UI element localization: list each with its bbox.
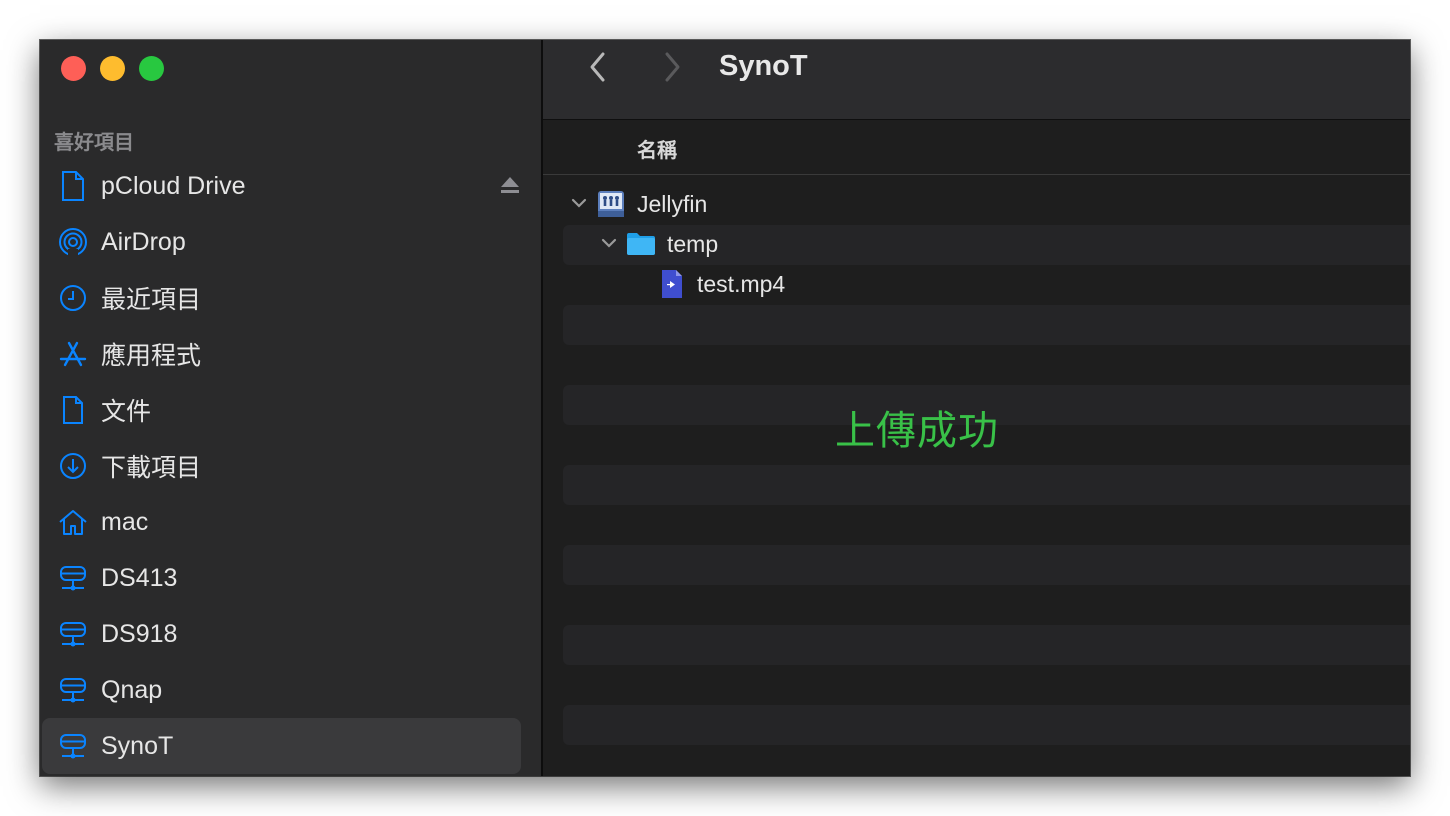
download-icon	[58, 451, 88, 481]
sidebar-item-pcloud-drive[interactable]: pCloud Drive	[42, 158, 521, 214]
apps-icon	[58, 339, 88, 369]
list-item-temp[interactable]: temp	[563, 225, 1410, 265]
sidebar-item-label: 最近項目	[101, 286, 202, 314]
sidebar-item-label: AirDrop	[101, 227, 186, 256]
sidebar-item-synot[interactable]: SynoT	[42, 718, 521, 774]
sidebar-item-home[interactable]: mac	[42, 494, 521, 550]
sidebar-item-label: DS918	[101, 619, 178, 648]
empty-row	[563, 545, 1410, 585]
toolbar: SynoT	[543, 40, 1410, 120]
sidebar-item-airdrop[interactable]: AirDrop	[42, 214, 521, 270]
document-icon	[58, 171, 88, 201]
video-file-icon	[660, 269, 684, 304]
server-icon	[58, 619, 88, 649]
chevron-down-icon[interactable]	[599, 233, 619, 253]
sidebar-item-label: 應用程式	[101, 342, 202, 370]
eject-icon[interactable]	[499, 174, 521, 201]
empty-row	[563, 465, 1410, 505]
empty-row	[563, 305, 1410, 345]
sidebar: 喜好項目 pCloud Drive AirDrop 最近項目 應用程式 文件 下…	[40, 40, 543, 776]
list-item-test-mp4[interactable]: test.mp4	[563, 265, 1410, 305]
sidebar-item-label: pCloud Drive	[101, 171, 246, 200]
window-title: SynoT	[719, 50, 808, 82]
column-header: 名稱	[543, 120, 1410, 175]
sidebar-item-ds413[interactable]: DS413	[42, 550, 521, 606]
sidebar-item-ds918[interactable]: DS918	[42, 606, 521, 662]
sidebar-item-label: DS413	[101, 563, 178, 592]
empty-row	[563, 705, 1410, 745]
server-icon	[58, 563, 88, 593]
empty-row	[563, 585, 1410, 625]
empty-row	[563, 625, 1410, 665]
file-name: test.mp4	[697, 271, 786, 297]
sidebar-item-label: 文件	[101, 398, 152, 426]
document-icon	[58, 395, 88, 425]
minimize-window-button[interactable]	[100, 56, 125, 81]
sidebar-item-label: mac	[101, 507, 149, 536]
back-button[interactable]	[587, 50, 609, 89]
sidebar-item-downloads[interactable]: 下載項目	[42, 438, 521, 494]
sidebar-item-qnap[interactable]: Qnap	[42, 662, 521, 718]
file-name: Jellyfin	[637, 191, 708, 217]
clock-icon	[58, 283, 88, 313]
close-window-button[interactable]	[61, 56, 86, 81]
server-icon	[58, 675, 88, 705]
sidebar-list: pCloud Drive AirDrop 最近項目 應用程式 文件 下載項目 m…	[40, 158, 541, 774]
airdrop-icon	[58, 227, 88, 257]
column-header-name[interactable]: 名稱	[637, 134, 677, 163]
sidebar-item-label: Qnap	[101, 675, 163, 704]
window-controls	[61, 56, 164, 81]
sidebar-item-label: SynoT	[101, 731, 174, 760]
forward-button[interactable]	[661, 50, 683, 89]
sidebar-item-documents[interactable]: 文件	[42, 382, 521, 438]
empty-row	[563, 345, 1410, 385]
sidebar-item-applications[interactable]: 應用程式	[42, 326, 521, 382]
file-list: Jellyfin temp test.mp4	[563, 185, 1410, 745]
file-name: temp	[667, 231, 719, 257]
finder-window: 喜好項目 pCloud Drive AirDrop 最近項目 應用程式 文件 下…	[40, 40, 1410, 776]
list-item-jellyfin[interactable]: Jellyfin	[563, 185, 1410, 225]
chevron-down-icon[interactable]	[569, 193, 589, 213]
shared-volume-icon	[597, 189, 625, 224]
favorites-section-title: 喜好項目	[54, 132, 134, 154]
empty-row	[563, 505, 1410, 545]
folder-icon	[626, 229, 656, 262]
server-icon	[58, 731, 88, 761]
home-icon	[58, 507, 88, 537]
empty-row	[563, 665, 1410, 705]
main-pane: SynoT 名稱 Jellyfin temp test.mp4 上傳成功	[543, 40, 1410, 776]
zoom-window-button[interactable]	[139, 56, 164, 81]
sidebar-item-label: 下載項目	[101, 454, 202, 482]
upload-success-message: 上傳成功	[835, 409, 999, 453]
sidebar-item-recents[interactable]: 最近項目	[42, 270, 521, 326]
